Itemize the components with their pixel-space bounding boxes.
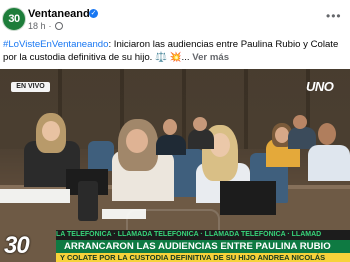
water-bottle — [78, 181, 98, 221]
ticker-text: LA TELEFÓNICA · LLAMADA TELEFÓNICA · LLA… — [56, 231, 322, 238]
live-badge: EN VIVO — [11, 82, 50, 92]
laptop — [220, 181, 276, 215]
page-name[interactable]: Ventaneando — [28, 8, 96, 20]
post-header: 30 Ventaneando ✓ 18 h · ••• — [0, 0, 350, 36]
papers — [0, 189, 70, 203]
news-ticker: LA TELEFÓNICA · LLAMADA TELEFÓNICA · LLA… — [56, 230, 350, 240]
post-meta: 18 h · — [28, 21, 63, 31]
globe-icon — [54, 22, 63, 30]
post-time[interactable]: 18 h — [28, 21, 46, 31]
more-options-icon[interactable]: ••• — [326, 9, 342, 23]
chair — [88, 141, 114, 171]
page-avatar[interactable]: 30 — [2, 7, 26, 31]
verified-badge-icon: ✓ — [89, 9, 98, 18]
post-caption: #LoVisteEnVentaneando: Iniciaron las aud… — [3, 38, 347, 64]
subheadline-banner: Y COLATE POR LA CUSTODIA DEFINITIVA DE S… — [56, 253, 350, 262]
caption-hashtag[interactable]: #LoVisteEnVentaneando — [3, 39, 108, 50]
avatar-text: 30 — [8, 13, 20, 25]
network-logo: UNO — [306, 79, 334, 94]
see-more-link[interactable]: Ver más — [192, 52, 229, 63]
headline-banner: ARRANCARON LAS AUDIENCIAS ENTRE PAULINA … — [56, 240, 350, 253]
channel-logo: 30 — [4, 232, 30, 259]
